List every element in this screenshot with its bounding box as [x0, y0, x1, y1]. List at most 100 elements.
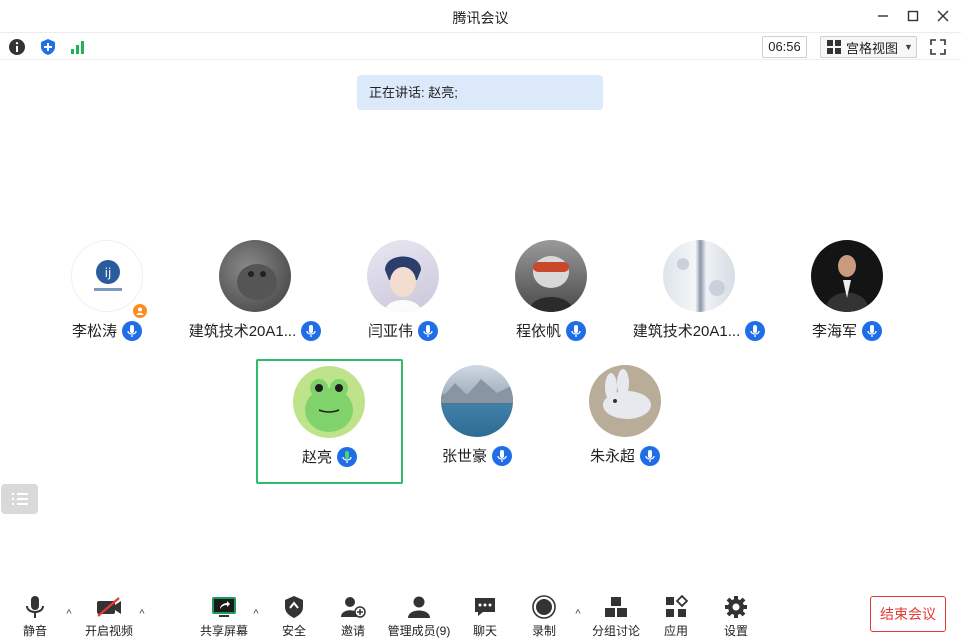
fullscreen-icon[interactable] [928, 37, 948, 57]
record-options-chevron-icon[interactable]: ^ [572, 608, 584, 620]
member-list-toggle-button[interactable] [1, 484, 38, 514]
security-shield-icon[interactable] [37, 36, 59, 58]
avatar [515, 240, 587, 312]
bottom-toolbar: 静音 ^ 开启视频 ^ 共享屏幕 ^ 安全 邀请 管理成员(9) 聊天 录制 ^… [0, 586, 961, 642]
avatar [663, 240, 735, 312]
microphone-icon [862, 320, 882, 341]
participant-tile[interactable]: 张世豪 [404, 365, 550, 490]
apps-button[interactable]: 应用 [661, 594, 691, 640]
minimize-icon[interactable] [872, 5, 894, 27]
gear-icon [721, 594, 751, 620]
record-icon [529, 594, 559, 620]
avatar [589, 365, 661, 437]
signal-icon[interactable] [67, 36, 89, 58]
microphone-icon [122, 320, 142, 341]
share-screen-label: 共享屏幕 [199, 624, 248, 638]
participant-name: 李海军 [811, 323, 857, 340]
participant-name-row: 程依帆 [478, 320, 624, 341]
participant-tile-active[interactable]: 赵亮 [256, 359, 403, 484]
avatar [441, 365, 513, 437]
host-badge-icon [133, 304, 147, 318]
view-mode-label: 宫格视图 [846, 40, 899, 56]
title-bar: 腾讯会议 [0, 0, 961, 33]
manage-members-button[interactable]: 管理成员(9) [387, 594, 451, 640]
participant-name-row: 李松涛 [34, 320, 180, 341]
participant-name: 程依帆 [515, 323, 561, 340]
participant-tile[interactable]: 建筑技术20A1... [626, 240, 772, 365]
chat-button[interactable]: 聊天 [470, 594, 500, 640]
apps-label: 应用 [663, 624, 688, 638]
participant-name: 建筑技术20A1... [632, 323, 741, 340]
svg-text:ij: ij [105, 266, 112, 280]
share-screen-button[interactable]: 共享屏幕 [199, 594, 249, 640]
microphone-icon [566, 320, 586, 341]
share-screen-icon [209, 594, 239, 620]
window-title: 腾讯会议 [452, 10, 509, 26]
microphone-active-icon [337, 446, 357, 467]
share-options-chevron-icon[interactable]: ^ [250, 608, 262, 620]
record-label: 录制 [531, 624, 556, 638]
video-off-icon [94, 594, 124, 620]
security-button[interactable]: 安全 [279, 594, 309, 640]
microphone-icon [745, 320, 766, 341]
settings-button[interactable]: 设置 [721, 594, 751, 640]
participant-name: 张世豪 [441, 448, 487, 465]
participant-name-row: 朱永超 [552, 445, 698, 466]
start-video-label: 开启视频 [84, 624, 133, 638]
participant-name-row: 闫亚伟 [330, 320, 476, 341]
info-bar: 06:56 宫格视图 ▼ [0, 33, 961, 60]
microphone-icon [20, 594, 50, 620]
participant-tile[interactable]: 闫亚伟 [330, 240, 476, 365]
participant-name: 闫亚伟 [367, 323, 413, 340]
participant-name: 李松涛 [71, 323, 117, 340]
participant-name: 建筑技术20A1... [188, 323, 297, 340]
avatar [811, 240, 883, 312]
meeting-timer: 06:56 [762, 36, 807, 58]
participant-name-row: 建筑技术20A1... [626, 320, 772, 341]
settings-label: 设置 [723, 624, 748, 638]
microphone-icon [492, 445, 512, 466]
speaking-banner: 正在讲话: 赵亮; [357, 75, 603, 110]
participant-tile[interactable]: ij 李松涛 [34, 240, 180, 365]
manage-members-label: 管理成员(9) [387, 624, 451, 638]
video-options-chevron-icon[interactable]: ^ [136, 608, 148, 620]
participant-name-row: 李海军 [774, 320, 920, 341]
avatar: ij [71, 240, 143, 312]
microphone-icon [418, 320, 438, 341]
chevron-down-icon: ▼ [904, 42, 913, 52]
participant-tile[interactable]: 程依帆 [478, 240, 624, 365]
participant-tile[interactable]: 朱永超 [552, 365, 698, 490]
close-icon[interactable] [932, 5, 954, 27]
breakout-icon [601, 594, 631, 620]
chat-label: 聊天 [472, 624, 497, 638]
record-button[interactable]: 录制 [529, 594, 559, 640]
list-icon [11, 493, 28, 505]
info-icon[interactable] [6, 36, 28, 58]
view-mode-select[interactable]: 宫格视图 ▼ [820, 36, 917, 58]
apps-icon [661, 594, 691, 620]
security-label: 安全 [281, 624, 306, 638]
mute-label: 静音 [22, 624, 47, 638]
add-user-icon [338, 594, 368, 620]
avatar [367, 240, 439, 312]
maximize-icon[interactable] [902, 5, 924, 27]
participant-name-row: 赵亮 [258, 446, 401, 467]
participant-name-row: 张世豪 [404, 445, 550, 466]
invite-button[interactable]: 邀请 [338, 594, 368, 640]
participant-name: 朱永超 [589, 448, 635, 465]
participant-name-row: 建筑技术20A1... [182, 320, 328, 341]
avatar [293, 366, 365, 438]
grid-view-icon [827, 40, 841, 54]
participant-name: 赵亮 [301, 449, 332, 466]
breakout-rooms-button[interactable]: 分组讨论 [592, 594, 640, 640]
participant-tile[interactable]: 李海军 [774, 240, 920, 365]
mute-button[interactable]: 静音 [20, 594, 50, 640]
microphone-icon [301, 320, 322, 341]
start-video-button[interactable]: 开启视频 [84, 594, 134, 640]
participant-tile[interactable]: 建筑技术20A1... [182, 240, 328, 365]
avatar [219, 240, 291, 312]
end-meeting-button[interactable]: 结束会议 [870, 596, 946, 632]
mute-options-chevron-icon[interactable]: ^ [63, 608, 75, 620]
members-icon [404, 594, 434, 620]
invite-label: 邀请 [340, 624, 365, 638]
